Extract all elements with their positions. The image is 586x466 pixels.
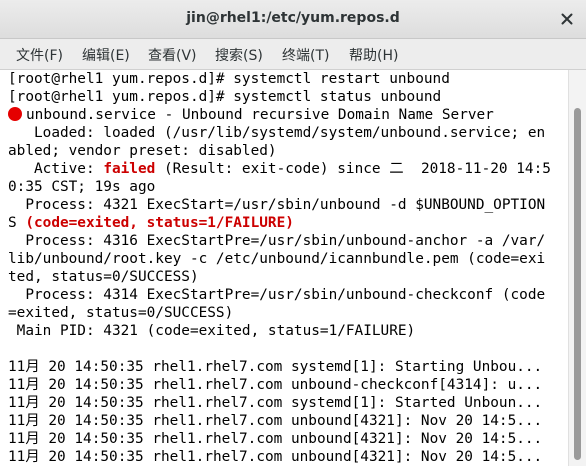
terminal-output[interactable]: [root@rhel1 yum.repos.d]# systemctl rest… <box>0 70 568 466</box>
menu-file[interactable]: 文件(F) <box>16 45 63 65</box>
terminal-line: Process: 4314 ExecStartPre=/usr/sbin/unb… <box>8 287 546 303</box>
terminal-line: 11月 20 14:50:35 rhel1.rhel7.com unbound[… <box>8 431 543 447</box>
terminal-line: ted, status=0/SUCCESS) <box>8 269 199 285</box>
active-label: Active: <box>8 161 104 177</box>
status-dot-icon <box>8 107 22 121</box>
terminal-line: unbound.service - Unbound recursive Doma… <box>8 106 494 124</box>
active-detail: (Result: exit-code) since 二 2018-11-20 1… <box>155 161 551 177</box>
vertical-scrollbar[interactable] <box>568 70 586 466</box>
close-icon <box>561 13 573 25</box>
terminal-line: 11月 20 14:50:35 rhel1.rhel7.com systemd[… <box>8 359 543 375</box>
title-bar[interactable]: jin@rhel1:/etc/yum.repos.d <box>0 0 586 39</box>
scrollbar-thumb[interactable] <box>574 108 581 460</box>
terminal-line: Process: 4321 ExecStart=/usr/sbin/unboun… <box>8 197 546 213</box>
terminal-line: Loaded: loaded (/usr/lib/systemd/system/… <box>8 125 546 141</box>
menu-edit[interactable]: 编辑(E) <box>82 45 130 65</box>
menu-help[interactable]: 帮助(H) <box>349 45 398 65</box>
close-button[interactable] <box>558 10 576 28</box>
terminal-line: 11月 20 14:50:35 rhel1.rhel7.com unbound-… <box>8 377 543 393</box>
terminal-line: lib/unbound/root.key -c /etc/unbound/ica… <box>8 251 546 267</box>
menu-bar: 文件(F) 编辑(E) 查看(V) 搜索(S) 终端(T) 帮助(H) <box>0 39 586 70</box>
terminal-line: [root@rhel1 yum.repos.d]# systemctl stat… <box>8 89 442 105</box>
terminal-line: 11月 20 14:50:35 rhel1.rhel7.com unbound[… <box>8 413 543 429</box>
terminal-line: Process: 4316 ExecStartPre=/usr/sbin/unb… <box>8 233 546 249</box>
menu-view[interactable]: 查看(V) <box>148 45 197 65</box>
menu-terminal[interactable]: 终端(T) <box>282 45 329 65</box>
window-title: jin@rhel1:/etc/yum.repos.d <box>186 10 400 26</box>
unit-description: unbound.service - Unbound recursive Doma… <box>26 107 494 123</box>
terminal-line: 11月 20 14:50:35 rhel1.rhel7.com unbound[… <box>8 449 543 465</box>
terminal-line: abled; vendor preset: disabled) <box>8 143 277 159</box>
terminal-line: 0:35 CST; 19s ago <box>8 179 156 195</box>
menu-search[interactable]: 搜索(S) <box>215 45 263 65</box>
terminal-line: Active: failed (Result: exit-code) since… <box>8 160 551 178</box>
terminal-line: Main PID: 4321 (code=exited, status=1/FA… <box>8 323 416 339</box>
exit-failure-status: (code=exited, status=1/FAILURE) <box>25 215 294 231</box>
terminal-line: =exited, status=0/SUCCESS) <box>8 305 234 321</box>
terminal-line: S (code=exited, status=1/FAILURE) <box>8 214 294 232</box>
terminal-line: [root@rhel1 yum.repos.d]# systemctl rest… <box>8 71 450 87</box>
terminal-line: 11月 20 14:50:35 rhel1.rhel7.com systemd[… <box>8 395 543 411</box>
exec-start-tail: S <box>8 215 26 231</box>
failed-status: failed <box>103 161 156 177</box>
terminal-window: jin@rhel1:/etc/yum.repos.d 文件(F) 编辑(E) 查… <box>0 0 586 466</box>
